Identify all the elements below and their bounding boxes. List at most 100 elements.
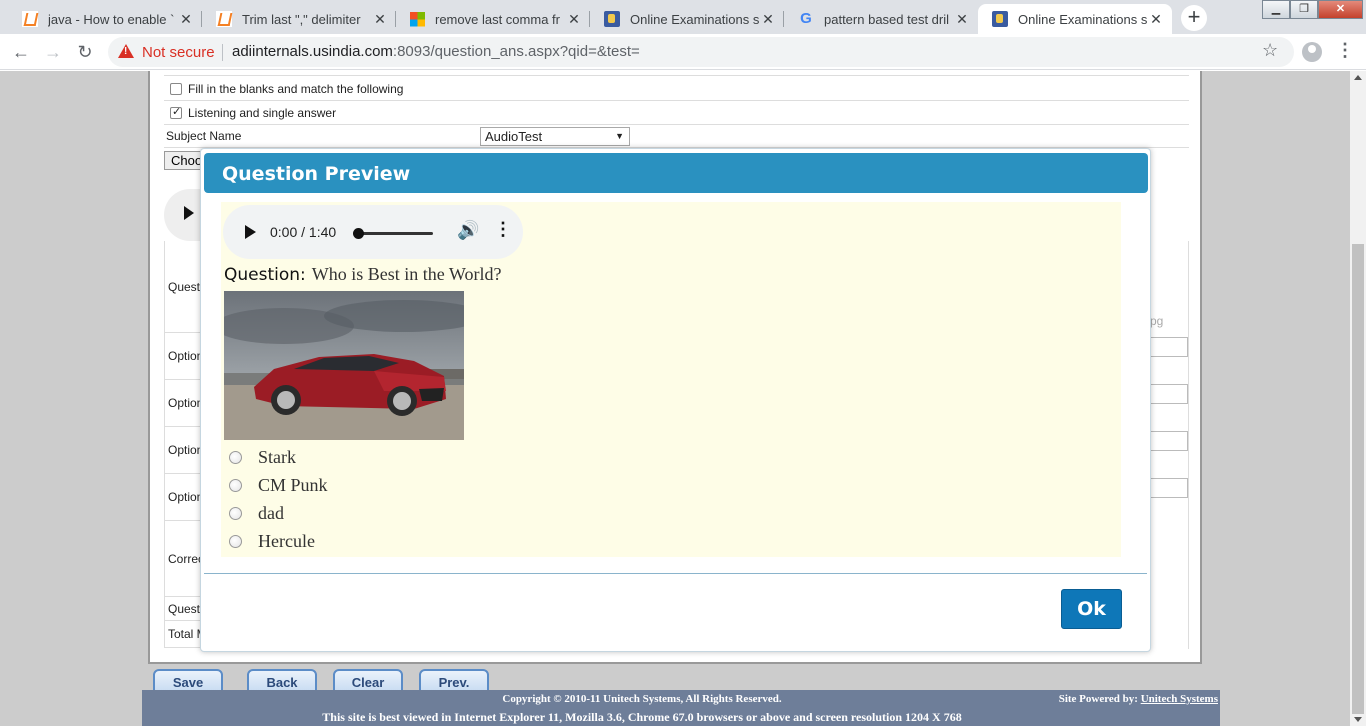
audio-seek-handle[interactable] (353, 228, 364, 239)
minimize-button[interactable]: ▁ (1262, 0, 1290, 19)
url-path: :8093/question_ans.aspx?qid=&test= (392, 43, 640, 60)
question-preview-modal: Question Preview 0:00 / 1:40 🔊 ⋮ Questio… (200, 148, 1151, 652)
option-label: Hercule (258, 531, 315, 551)
tab-title: Online Examinations s (1018, 11, 1148, 27)
option-label: CM Punk (258, 475, 328, 495)
unitech-systems-link[interactable]: Unitech Systems (1141, 693, 1218, 705)
close-tab-icon[interactable]: ✕ (760, 11, 776, 28)
scroll-down-icon[interactable] (1354, 717, 1362, 722)
page-viewport: Fill in the blanks and match the followi… (0, 71, 1350, 726)
browser-menu-icon[interactable]: ⋮ (1336, 40, 1354, 61)
tab-title: Online Examinations s (630, 11, 760, 27)
reload-icon[interactable]: ↻ (73, 40, 97, 64)
subject-name-label: Subject Name (166, 129, 242, 143)
modal-divider (204, 573, 1147, 574)
close-tab-icon[interactable]: ✕ (372, 11, 388, 28)
bookmark-star-icon[interactable]: ☆ (1262, 40, 1278, 61)
audio-seek-bar[interactable] (356, 232, 433, 235)
tab-strip: java - How to enable ` ✕ Trim last "," d… (0, 0, 1366, 34)
close-window-button[interactable]: ✕ (1318, 0, 1363, 19)
answer-option[interactable]: CM Punk (229, 475, 328, 496)
volume-icon[interactable]: 🔊 (457, 220, 479, 241)
modal-title: Question Preview (222, 163, 411, 185)
dropdown-arrow-icon: ▼ (615, 131, 624, 141)
answer-option[interactable]: Hercule (229, 531, 315, 552)
warning-icon[interactable] (118, 44, 134, 58)
audio-time: 0:00 / 1:40 (270, 224, 337, 240)
fill-blanks-checkbox[interactable] (170, 82, 182, 95)
tab-title: pattern based test dril (824, 11, 950, 27)
option-label: dad (258, 503, 284, 523)
option-label: Stark (258, 447, 296, 467)
browser-tab[interactable]: remove last comma fr ✕ (396, 4, 590, 34)
address-bar-row: ← → ↻ Not secure adiinternals.usindia.co… (0, 34, 1366, 70)
form-right-border (1188, 241, 1189, 649)
question-image (224, 291, 464, 440)
microsoft-icon (410, 11, 425, 27)
close-tab-icon[interactable]: ✕ (1148, 11, 1164, 28)
maximize-button[interactable]: ❐ (1290, 0, 1318, 19)
question-line: Question: Who is Best in the World? (224, 264, 501, 285)
scroll-up-icon[interactable] (1354, 75, 1362, 80)
subject-select-value: AudioTest (485, 129, 543, 144)
site-footer: Copyright © 2010-11 Unitech Systems, All… (142, 690, 1220, 726)
option-input[interactable] (1150, 431, 1188, 451)
listening-row: Listening and single answer (164, 101, 1189, 125)
subject-select[interactable]: AudioTest ▼ (480, 127, 630, 146)
best-viewed-text: This site is best viewed in Internet Exp… (322, 710, 962, 724)
modal-header: Question Preview (204, 153, 1148, 193)
unitech-icon (604, 11, 620, 27)
url-divider (222, 44, 223, 61)
not-secure-label[interactable]: Not secure (142, 44, 215, 61)
modal-body: 0:00 / 1:40 🔊 ⋮ Question: Who is Best in … (221, 202, 1121, 557)
form-row-top (164, 71, 1189, 76)
option-radio[interactable] (229, 507, 242, 520)
tab-title: java - How to enable ` (48, 11, 175, 27)
question-text: Who is Best in the World? (311, 264, 502, 284)
powered-by: Site Powered by: Unitech Systems (1059, 693, 1218, 705)
browser-tab[interactable]: Trim last "," delimiter ✕ (202, 4, 396, 34)
scrollbar-thumb[interactable] (1352, 244, 1364, 714)
option-radio[interactable] (229, 451, 242, 464)
powered-by-label: Site Powered by: (1058, 693, 1138, 705)
close-tab-icon[interactable]: ✕ (178, 11, 194, 28)
browser-tab[interactable]: java - How to enable ` ✕ (8, 4, 202, 34)
back-arrow-icon[interactable]: ← (9, 40, 33, 64)
option-input[interactable] (1150, 478, 1188, 498)
unitech-icon (992, 11, 1008, 27)
close-tab-icon[interactable]: ✕ (566, 11, 582, 28)
google-icon: G (800, 10, 812, 27)
option-input[interactable] (1150, 337, 1188, 357)
url-bar[interactable]: Not secure adiinternals.usindia.com:8093… (108, 37, 1294, 67)
subject-row: Subject Name AudioTest ▼ (164, 125, 1189, 148)
profile-avatar-icon[interactable] (1302, 42, 1322, 62)
new-tab-button[interactable]: + (1181, 5, 1207, 31)
answer-option[interactable]: dad (229, 503, 284, 524)
ok-button[interactable]: Ok (1061, 589, 1122, 629)
fill-blanks-row: Fill in the blanks and match the followi… (164, 77, 1189, 101)
page-scrollbar[interactable] (1350, 71, 1366, 726)
option-radio[interactable] (229, 479, 242, 492)
option-radio[interactable] (229, 535, 242, 548)
close-tab-icon[interactable]: ✕ (954, 11, 970, 28)
audio-player: 0:00 / 1:40 🔊 ⋮ (223, 205, 523, 259)
listening-checkbox[interactable] (170, 105, 182, 119)
url-host: adiinternals.usindia.com (232, 43, 393, 60)
stackoverflow-icon (22, 11, 38, 27)
url-text[interactable]: adiinternals.usindia.com:8093/question_a… (232, 43, 640, 60)
tab-title: Trim last "," delimiter (242, 11, 361, 27)
browser-tab[interactable]: Online Examinations s ✕ (590, 4, 784, 34)
answer-option[interactable]: Stark (229, 447, 296, 468)
tab-title: remove last comma fr (435, 11, 560, 27)
more-options-icon[interactable]: ⋮ (494, 219, 512, 240)
listening-label: Listening and single answer (188, 105, 337, 120)
window-controls: ▁ ❐ ✕ (1262, 0, 1363, 20)
play-icon[interactable] (184, 206, 194, 220)
play-icon[interactable] (245, 225, 256, 239)
copyright-text: Copyright © 2010-11 Unitech Systems, All… (502, 693, 782, 705)
stackoverflow-icon (216, 11, 232, 27)
browser-tab-active[interactable]: Online Examinations s ✕ (978, 4, 1172, 34)
browser-tab[interactable]: G pattern based test dril ✕ (784, 4, 978, 34)
forward-arrow-icon[interactable]: → (41, 40, 65, 64)
option-input[interactable] (1150, 384, 1188, 404)
